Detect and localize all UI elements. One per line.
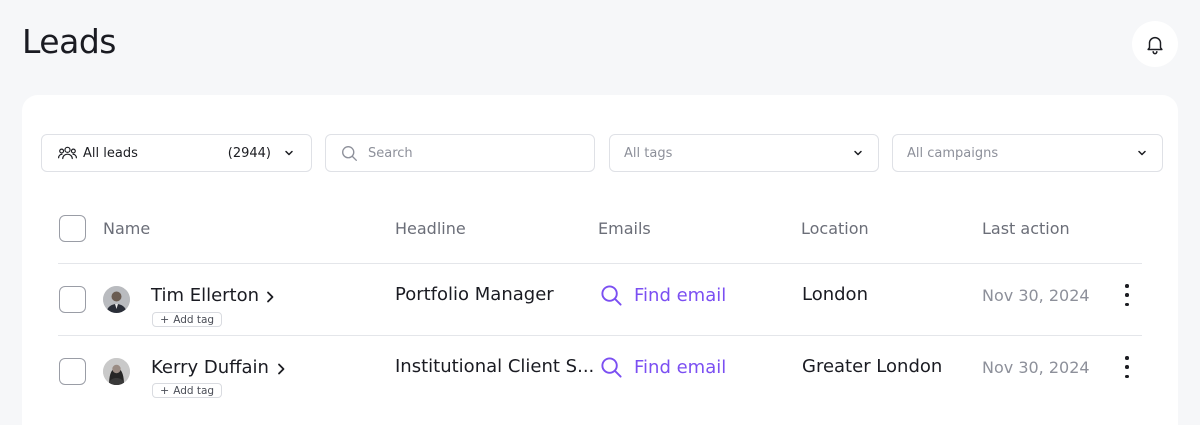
lead-location: London — [802, 284, 868, 305]
plus-icon: + — [160, 313, 170, 326]
search-placeholder: Search — [368, 145, 413, 161]
leads-card: All leads (2944) Search All tags All cam… — [22, 95, 1178, 425]
campaigns-placeholder: All campaigns — [907, 145, 999, 161]
column-header-last-action[interactable]: Last action — [982, 219, 1070, 238]
lead-last-action: Nov 30, 2024 — [982, 286, 1090, 305]
add-tag-label: Add tag — [173, 384, 215, 397]
chevron-down-icon — [852, 147, 864, 159]
tags-filter-dropdown[interactable]: All tags — [609, 134, 879, 172]
find-email-button[interactable]: Find email — [600, 284, 726, 307]
plus-icon: + — [160, 384, 170, 397]
lead-name[interactable]: Tim Ellerton — [151, 285, 259, 306]
add-tag-label: Add tag — [173, 313, 215, 326]
leads-count: (2944) — [227, 145, 271, 161]
row-checkbox[interactable] — [59, 286, 86, 313]
column-header-headline[interactable]: Headline — [395, 219, 466, 238]
table-row: Kerry Duffain + Add tag Institutional Cl… — [22, 336, 1178, 408]
chevron-down-icon — [1136, 147, 1148, 159]
find-email-label: Find email — [634, 357, 727, 378]
campaigns-filter-dropdown[interactable]: All campaigns — [892, 134, 1163, 172]
search-icon — [342, 145, 357, 161]
lead-name[interactable]: Kerry Duffain — [151, 357, 269, 378]
lead-last-action: Nov 30, 2024 — [982, 358, 1090, 377]
lead-headline: Portfolio Manager — [395, 284, 554, 305]
avatar — [103, 286, 130, 313]
users-icon — [58, 146, 77, 160]
row-checkbox[interactable] — [59, 358, 86, 385]
find-email-label: Find email — [634, 285, 727, 306]
kebab-menu-icon[interactable] — [1121, 284, 1133, 306]
lead-headline: Institutional Client S... — [395, 356, 595, 377]
select-all-checkbox[interactable] — [59, 215, 86, 242]
search-input[interactable]: Search — [325, 134, 595, 172]
chevron-down-icon — [283, 147, 295, 159]
chevron-right-icon[interactable] — [264, 290, 276, 304]
search-icon — [601, 285, 622, 306]
kebab-menu-icon[interactable] — [1121, 356, 1133, 378]
column-header-name[interactable]: Name — [103, 219, 150, 238]
avatar — [103, 358, 130, 385]
page-title: Leads — [22, 22, 116, 61]
add-tag-button[interactable]: + Add tag — [152, 383, 223, 398]
bell-icon — [1147, 36, 1163, 55]
leads-filter-label: All leads — [83, 145, 138, 161]
column-header-emails[interactable]: Emails — [598, 219, 651, 238]
search-icon — [601, 357, 622, 378]
add-tag-button[interactable]: + Add tag — [152, 312, 223, 327]
leads-filter-dropdown[interactable]: All leads (2944) — [41, 134, 312, 172]
notifications-button[interactable] — [1132, 21, 1178, 67]
table-row: Tim Ellerton + Add tag Portfolio Manager… — [22, 264, 1178, 336]
find-email-button[interactable]: Find email — [600, 356, 726, 379]
lead-location: Greater London — [802, 356, 943, 377]
tags-placeholder: All tags — [624, 145, 673, 161]
chevron-right-icon[interactable] — [275, 362, 287, 376]
column-header-location[interactable]: Location — [801, 219, 869, 238]
